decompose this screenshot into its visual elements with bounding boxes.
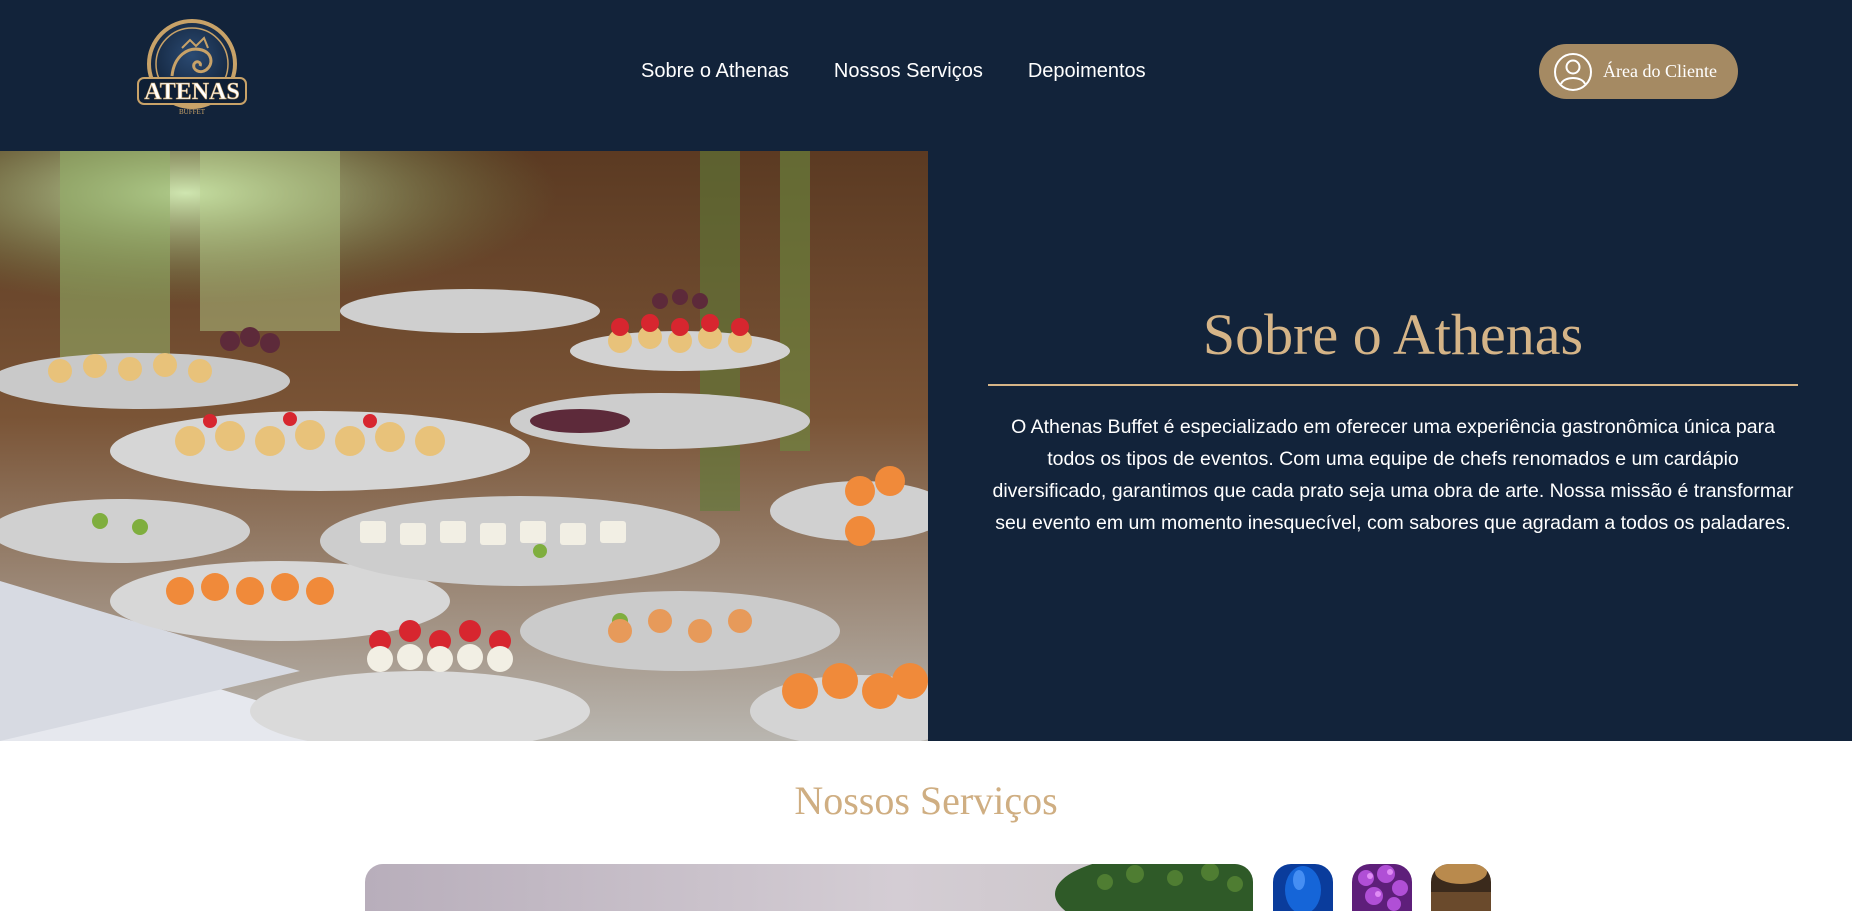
about-description: O Athenas Buffet é especializado em ofer…: [992, 416, 1794, 534]
nav-link-servicos[interactable]: Nossos Serviços: [834, 60, 983, 83]
logo-subtext: BUFFET: [179, 108, 206, 116]
client-area-label: Área do Cliente: [1603, 61, 1717, 81]
logo-wordmark: ATENAS: [144, 79, 240, 105]
about-section: Sobre o Athenas O Athenas Buffet é espec…: [0, 151, 1852, 741]
atenas-logo[interactable]: ATENAS BUFFET: [132, 18, 252, 120]
about-content: Sobre o Athenas O Athenas Buffet é espec…: [988, 151, 1798, 741]
nav-link-depoimentos[interactable]: Depoimentos: [1028, 60, 1146, 83]
site-header: ATENAS BUFFET Sobre o Athenas Nossos Ser…: [0, 0, 1852, 151]
about-title: Sobre o Athenas: [1202, 302, 1584, 367]
nav-link-sobre[interactable]: Sobre o Athenas: [641, 60, 789, 83]
service-carousel-main-image[interactable]: [365, 864, 1253, 911]
service-thumbnail-1[interactable]: [1273, 864, 1333, 911]
user-circle-icon: [1554, 52, 1592, 91]
service-thumbnail-2[interactable]: [1352, 864, 1412, 911]
service-thumbnail-3[interactable]: [1431, 864, 1491, 911]
title-divider: [988, 384, 1798, 386]
main-nav: Sobre o Athenas Nossos Serviços Depoimen…: [641, 60, 1146, 83]
services-title: Nossos Serviços: [794, 778, 1058, 823]
buffet-photo: [0, 151, 928, 741]
client-area-button[interactable]: Área do Cliente: [1539, 44, 1738, 99]
